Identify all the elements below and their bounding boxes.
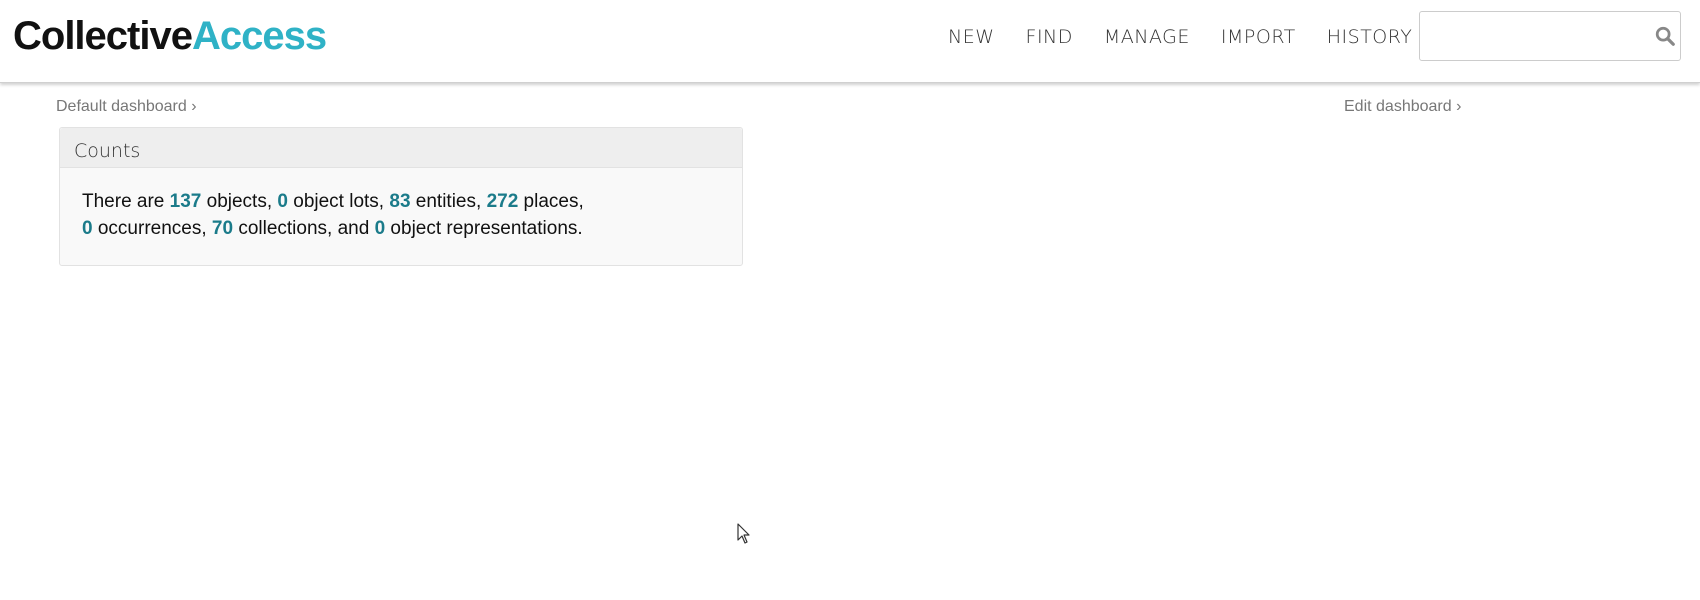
counts-text: objects, (201, 191, 278, 212)
counts-text: entities, (410, 191, 487, 212)
counts-text: object lots, (287, 191, 390, 212)
counts-widget-header (60, 128, 742, 168)
occurrences-count: 0 (82, 218, 93, 239)
counts-widget: Counts There are 137 objects, 0 object l… (59, 127, 743, 266)
counts-text: collections, and (233, 218, 375, 239)
search-box (1419, 11, 1681, 61)
mouse-pointer-icon (737, 523, 750, 544)
nav-item-manage[interactable]: MANAGE (1104, 22, 1190, 52)
object-lots-count: 0 (277, 191, 288, 212)
places-count: 272 (486, 191, 519, 212)
nav-item-import[interactable]: IMPORT (1221, 22, 1296, 52)
counts-text: There are (82, 191, 170, 212)
collections-count: 70 (211, 218, 234, 239)
counts-summary: There are 137 objects, 0 object lots, 83… (82, 188, 722, 242)
nav-item-history[interactable]: HISTORY (1327, 22, 1413, 52)
entities-count: 83 (389, 191, 411, 212)
search-icon[interactable] (1654, 25, 1676, 47)
counts-text: object representations. (385, 218, 583, 239)
counts-widget-title: Counts (74, 140, 141, 162)
nav-item-find[interactable]: FIND (1026, 22, 1073, 52)
default-dashboard-link[interactable]: Default dashboard › (56, 98, 197, 116)
edit-dashboard-link[interactable]: Edit dashboard › (1344, 98, 1461, 116)
object-representations-count: 0 (374, 218, 386, 239)
main-nav: NEW FIND MANAGE IMPORT HISTORY (948, 22, 1443, 52)
logo-text-collective: Collective (13, 14, 193, 58)
search-input[interactable] (1426, 18, 1640, 56)
counts-text: occurrences, (92, 218, 212, 239)
counts-text: places, (518, 191, 584, 212)
nav-item-new[interactable]: NEW (948, 22, 995, 52)
top-navigation-bar: CollectiveAccess NEW FIND MANAGE IMPORT … (0, 0, 1700, 83)
collectiveaccess-logo[interactable]: CollectiveAccess (13, 13, 327, 59)
logo-text-access: Access (191, 14, 327, 58)
objects-count: 137 (169, 191, 202, 212)
